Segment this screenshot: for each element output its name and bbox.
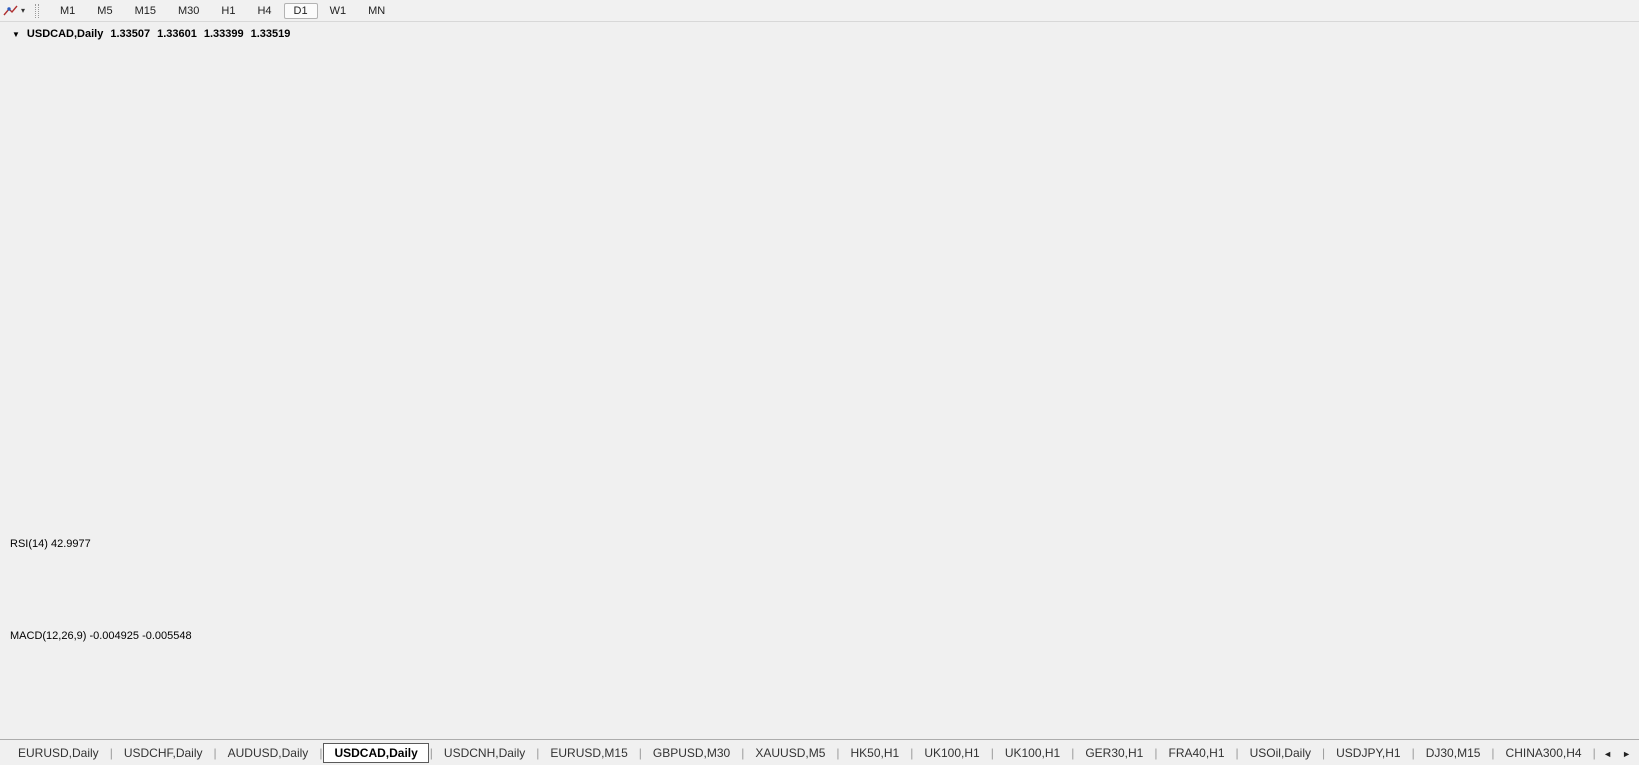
chart-tabs-bar: EURUSD,Daily|USDCHF,Daily|AUDUSD,Daily|U…: [0, 739, 1639, 765]
timeframe-button-m30[interactable]: M30: [168, 3, 209, 19]
chart-tab-eurusd-m15[interactable]: EURUSD,M15: [540, 744, 637, 762]
toolbar-grip[interactable]: [35, 4, 39, 18]
timeframe-button-w1[interactable]: W1: [320, 3, 357, 19]
timeframe-button-h4[interactable]: H4: [247, 3, 281, 19]
timeframe-buttons: M1M5M15M30H1H4D1W1MN: [49, 3, 396, 19]
chart-tab-usdchf-daily[interactable]: USDCHF,Daily: [114, 744, 213, 762]
chart-tab-audusd-daily[interactable]: AUDUSD,Daily: [218, 744, 319, 762]
symbol-period-label: USDCAD,Daily: [27, 28, 103, 40]
rsi-label: RSI(14) 42.9977: [10, 538, 91, 550]
top-toolbar: ▾ M1M5M15M30H1H4D1W1MN: [0, 0, 1639, 22]
line-studies-icon[interactable]: [3, 4, 19, 18]
chart-tab-uk100-h1[interactable]: UK100,H1: [995, 744, 1070, 762]
mt4-window: ▾ M1M5M15M30H1H4D1W1MN ▼ USDCAD,Daily 1.…: [0, 0, 1639, 765]
timeframe-button-mn[interactable]: MN: [358, 3, 395, 19]
timeframe-button-d1[interactable]: D1: [284, 3, 318, 19]
chart-tab-eurusd-daily[interactable]: EURUSD,Daily: [8, 744, 109, 762]
chart-canvas[interactable]: [0, 0, 1639, 765]
chart-tab-ger30-h1[interactable]: GER30,H1: [1075, 744, 1153, 762]
chart-tab-hk50-h1[interactable]: HK50,H1: [841, 744, 910, 762]
timeframe-button-h1[interactable]: H1: [211, 3, 245, 19]
chart-tab-usdjpy-h1[interactable]: USDJPY,H1: [1326, 744, 1410, 762]
chart-tab-gbpusd-m30[interactable]: GBPUSD,M30: [643, 744, 740, 762]
chart-tab-usoil-daily[interactable]: USOil,Daily: [1240, 744, 1321, 762]
macd-label: MACD(12,26,9) -0.004925 -0.005548: [10, 630, 192, 642]
chart-tab-xauusd-m5[interactable]: XAUUSD,M5: [745, 744, 835, 762]
ohlc-open: 1.33507: [110, 28, 150, 40]
chart-tab-usdcad-daily[interactable]: USDCAD,Daily: [323, 743, 428, 763]
tabs-scroll-right-icon[interactable]: ►: [1622, 749, 1631, 759]
timeframe-button-m15[interactable]: M15: [125, 3, 166, 19]
tabs-scroll-left-icon[interactable]: ◄: [1603, 749, 1612, 759]
chart-tabs: EURUSD,Daily|USDCHF,Daily|AUDUSD,Daily|U…: [8, 743, 1595, 763]
ohlc-close: 1.33519: [251, 28, 291, 40]
ohlc-low: 1.33399: [204, 28, 244, 40]
chart-title: ▼ USDCAD,Daily 1.33507 1.33601 1.33399 1…: [12, 28, 290, 40]
timeframe-button-m1[interactable]: M1: [50, 3, 85, 19]
chart-tab-china300-h4[interactable]: CHINA300,H4: [1496, 744, 1592, 762]
timeframe-button-m5[interactable]: M5: [87, 3, 122, 19]
ohlc-high: 1.33601: [157, 28, 197, 40]
tabs-scroll: ◄ ►: [1595, 741, 1639, 765]
collapse-arrow-icon[interactable]: ▼: [12, 30, 20, 39]
toolbar-dropdown-icon[interactable]: ▾: [21, 6, 25, 15]
chart-tab-uk100-h1[interactable]: UK100,H1: [914, 744, 989, 762]
chart-tab-fra40-h1[interactable]: FRA40,H1: [1158, 744, 1234, 762]
chart-tab-usdcnh-daily[interactable]: USDCNH,Daily: [434, 744, 535, 762]
chart-tab-dj30-m15[interactable]: DJ30,M15: [1416, 744, 1491, 762]
